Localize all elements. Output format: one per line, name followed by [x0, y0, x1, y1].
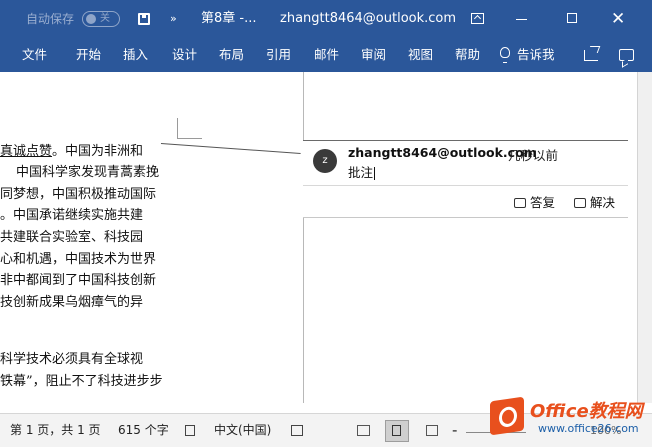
comment-balloon[interactable]: z zhangtt8464@outlook.com 几秒以前 批注 答复 解决 [303, 140, 628, 218]
avatar: z [313, 149, 337, 173]
tab-insert[interactable]: 插入 [123, 38, 148, 72]
resolve-label: 解决 [590, 195, 616, 210]
tab-design[interactable]: 设计 [172, 38, 197, 72]
account-name[interactable]: zhangtt8464@outlook.com [280, 0, 456, 38]
page-count[interactable]: 第 1 页，共 1 页 [10, 414, 101, 447]
web-layout-icon[interactable] [426, 425, 438, 436]
read-mode-icon[interactable] [357, 425, 370, 436]
tab-view[interactable]: 视图 [408, 38, 433, 72]
text-caret [374, 167, 376, 180]
tab-home[interactable]: 开始 [76, 38, 101, 72]
doc-line[interactable]: 共建联合实验室、科技园 [0, 228, 143, 248]
tab-review[interactable]: 审阅 [361, 38, 386, 72]
doc-line[interactable]: 非中都闻到了中国科技创新 [0, 271, 156, 291]
more-commands-icon[interactable]: » [170, 0, 177, 38]
word-count[interactable]: 615 个字 [118, 414, 169, 447]
document-title[interactable]: 第8章 -... [201, 0, 257, 38]
comments-icon[interactable] [619, 49, 634, 61]
office-logo-icon [490, 396, 524, 436]
tab-help[interactable]: 帮助 [455, 38, 480, 72]
comment-divider [303, 185, 628, 186]
share-icon[interactable] [584, 50, 598, 61]
autosave-state: 关 [100, 13, 110, 24]
commented-text[interactable]: 真诚点赞 [0, 144, 52, 159]
minimize-button[interactable] [516, 19, 527, 20]
comment-text-field[interactable]: 批注 [348, 162, 376, 181]
watermark-logo: Office教程网 www.office26.com [488, 393, 652, 447]
print-layout-icon[interactable] [385, 420, 409, 442]
resolve-button[interactable]: 解决 [574, 192, 615, 211]
save-icon[interactable] [138, 13, 150, 25]
macro-recording-icon[interactable] [185, 425, 195, 436]
doc-line[interactable]: 同梦想，中国积极推动国际 [0, 185, 156, 205]
doc-line[interactable]: 科学技术必须具有全球视 [0, 350, 143, 370]
ribbon-tabs: 文件 开始 插入 设计 布局 引用 邮件 审阅 视图 帮助 告诉我 [0, 38, 652, 72]
reply-label: 答复 [530, 195, 556, 210]
doc-line[interactable]: 心和机遇，中国技术为世界 [0, 250, 156, 270]
tab-mailings[interactable]: 邮件 [314, 38, 339, 72]
maximize-button[interactable] [567, 13, 577, 23]
watermark-url: www.office26.com [538, 422, 639, 435]
watermark-brand: Office教程网 [530, 401, 643, 422]
doc-line[interactable]: 。中国承诺继续实施共建 [0, 206, 143, 226]
doc-line[interactable]: 铁幕”，阻止不了科技进步步 [0, 372, 163, 392]
ribbon-display-options-icon[interactable] [471, 13, 484, 24]
margin-crop-mark [177, 118, 202, 139]
tab-references[interactable]: 引用 [266, 38, 291, 72]
language-indicator[interactable]: 中文(中国) [214, 414, 271, 447]
tell-me-search[interactable]: 告诉我 [517, 38, 555, 72]
autosave-toggle[interactable]: 关 [82, 11, 120, 27]
reply-button[interactable]: 答复 [514, 192, 555, 211]
autosave-label: 自动保存 [26, 12, 75, 26]
tab-file[interactable]: 文件 [22, 38, 47, 72]
doc-line[interactable]: 技创新成果乌烟瘴气的异 [0, 293, 143, 313]
comment-time: 几秒以前 [508, 148, 559, 163]
reply-icon [514, 198, 526, 208]
toggle-knob [86, 14, 96, 24]
zoom-out-button[interactable]: - [452, 414, 457, 447]
resolve-icon [574, 198, 586, 208]
focus-mode-icon[interactable] [291, 425, 303, 436]
tab-layout[interactable]: 布局 [219, 38, 244, 72]
document-page[interactable]: 真诚点赞。中国为非洲和 中国科学家发现青蒿素挽 同梦想，中国积极推动国际 。中国… [0, 72, 303, 403]
title-bar: 自动保存 关 » 第8章 -... zhangtt8464@outlook.co… [0, 0, 652, 38]
doc-line[interactable]: 中国科学家发现青蒿素挽 [16, 163, 159, 183]
close-button[interactable]: ✕ [611, 0, 625, 38]
comment-text: 批注 [348, 165, 374, 180]
doc-line[interactable]: 真诚点赞。中国为非洲和 [0, 142, 143, 162]
vertical-scrollbar[interactable] [637, 72, 652, 403]
markup-pane [303, 72, 638, 403]
lightbulb-icon[interactable] [500, 47, 510, 63]
